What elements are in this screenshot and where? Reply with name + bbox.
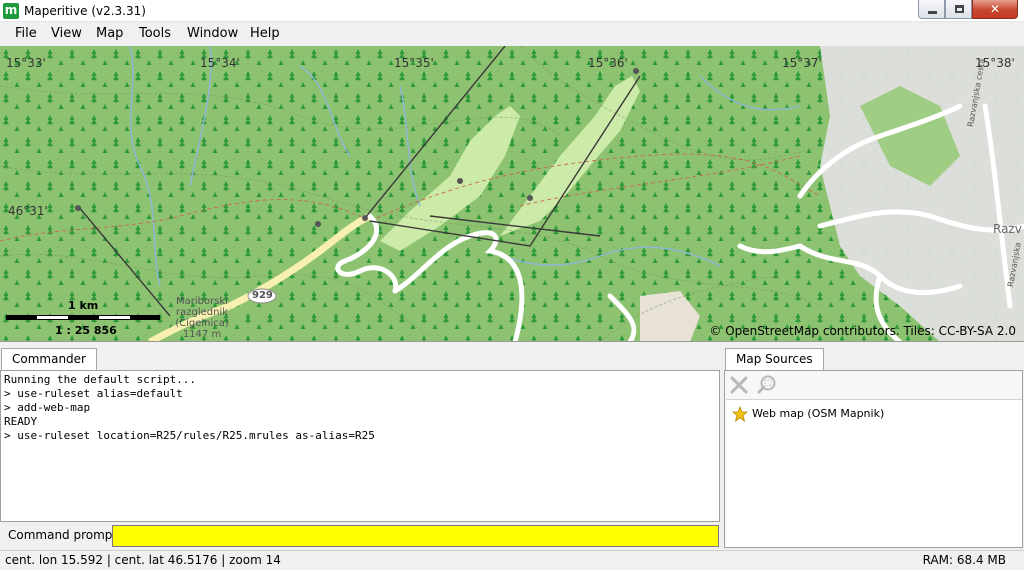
menu-help[interactable]: Help <box>250 26 280 42</box>
tab-commander[interactable]: Commander <box>1 348 97 370</box>
command-prompt-row: Command prompt: <box>0 523 720 548</box>
command-prompt-input[interactable] <box>112 525 719 547</box>
console-line: > add-web-map <box>4 401 91 414</box>
longitude-label: 15°35' <box>394 56 434 70</box>
map-canvas <box>0 46 1024 341</box>
menu-window[interactable]: Window <box>187 26 238 42</box>
status-position: cent. lon 15.592 | cent. lat 46.5176 | z… <box>5 553 281 567</box>
latitude-label: 46°31' <box>8 204 48 218</box>
longitude-label: 15°34' <box>200 56 240 70</box>
title-bar: m Maperitive (v2.3.31) ✕ <box>0 0 1024 22</box>
commander-console: Running the default script... > use-rule… <box>0 370 720 522</box>
menu-bar: File View Map Tools Window Help <box>0 22 1024 46</box>
map-sources-toolbar <box>725 371 1022 399</box>
maximize-icon <box>955 5 964 13</box>
town-label: Razv <box>993 222 1022 236</box>
longitude-label: 15°33' <box>6 56 46 70</box>
status-ram: RAM: 68.4 MB <box>922 553 1006 567</box>
zoom-to-source-button[interactable] <box>755 373 779 397</box>
menu-file[interactable]: File <box>15 26 37 42</box>
window-title: Maperitive (v2.3.31) <box>24 4 146 18</box>
viewpoint-label: Mariborski razglednik (Cigelnica) 1147 m <box>175 296 229 340</box>
scale-bar <box>6 315 160 320</box>
status-bar: cent. lon 15.592 | cent. lat 46.5176 | z… <box>0 550 1024 570</box>
longitude-label: 15°37' <box>782 56 822 70</box>
close-button[interactable]: ✕ <box>972 0 1018 19</box>
scale-distance: 1 km <box>68 299 99 312</box>
remove-source-button[interactable] <box>727 373 751 397</box>
menu-map[interactable]: Map <box>96 26 123 42</box>
longitude-label: 15°36' <box>588 56 628 70</box>
console-line: READY <box>4 415 38 428</box>
menu-view[interactable]: View <box>51 26 82 42</box>
scale-ratio: 1 : 25 856 <box>55 324 117 337</box>
command-prompt-label: Command prompt: <box>8 528 122 542</box>
tab-map-sources[interactable]: Map Sources <box>725 348 824 370</box>
console-line: Running the default script... <box>4 373 197 386</box>
map-sources-list: Web map (OSM Mapnik) <box>726 399 1022 547</box>
road-number-label: 929 <box>252 290 273 301</box>
map-view[interactable]: 15°33' 15°34' 15°35' 15°36' 15°37' 15°38… <box>0 46 1024 342</box>
menu-tools[interactable]: Tools <box>139 26 171 42</box>
maximize-button[interactable] <box>945 0 972 19</box>
minimize-icon <box>928 11 937 14</box>
minimize-button[interactable] <box>918 0 945 19</box>
console-line: > use-ruleset location=R25/rules/R25.mru… <box>4 429 375 442</box>
close-x-icon <box>730 376 748 394</box>
star-icon <box>732 406 748 422</box>
close-icon: ✕ <box>989 2 1001 16</box>
source-label: Web map (OSM Mapnik) <box>752 407 885 420</box>
console-line: > use-ruleset alias=default <box>4 387 183 400</box>
map-sources-panel: Web map (OSM Mapnik) <box>724 370 1023 548</box>
app-logo-icon: m <box>3 3 19 19</box>
map-attribution: © OpenStreetMap contributors. Tiles: CC-… <box>709 324 1016 338</box>
zoom-to-icon <box>757 375 776 394</box>
